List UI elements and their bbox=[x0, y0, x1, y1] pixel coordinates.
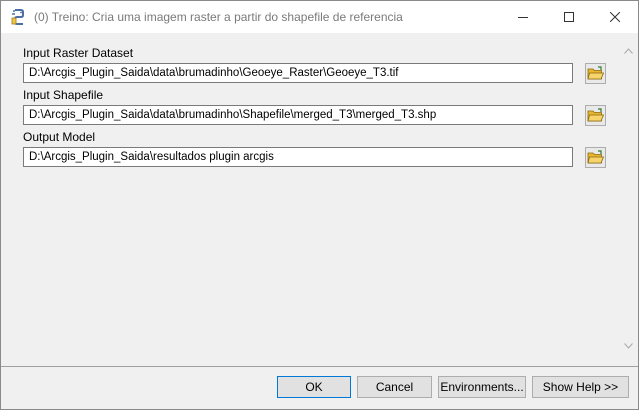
python-script-icon bbox=[9, 8, 27, 26]
maximize-icon bbox=[564, 12, 574, 22]
minimize-icon bbox=[518, 17, 528, 18]
environments-button[interactable]: Environments... bbox=[438, 376, 526, 398]
output-model-label: Output Model bbox=[23, 130, 96, 144]
chevron-up-icon bbox=[624, 47, 633, 54]
minimize-button[interactable] bbox=[500, 1, 546, 33]
scroll-down-button[interactable] bbox=[620, 337, 637, 354]
vertical-scrollbar[interactable] bbox=[620, 34, 637, 366]
parameters-panel: Input Raster Dataset D:\Arcgis_Plugin_Sa… bbox=[9, 34, 637, 366]
title-bar[interactable]: (0) Treino: Cria uma imagem raster a par… bbox=[1, 1, 638, 33]
open-folder-icon bbox=[587, 108, 604, 122]
cancel-button[interactable]: Cancel bbox=[357, 376, 432, 398]
tool-dialog-window: (0) Treino: Cria uma imagem raster a par… bbox=[0, 0, 639, 410]
output-model-field[interactable]: D:\Arcgis_Plugin_Saida\resultados plugin… bbox=[23, 147, 573, 167]
input-raster-field[interactable]: D:\Arcgis_Plugin_Saida\data\brumadinho\G… bbox=[23, 63, 573, 83]
input-shapefile-field[interactable]: D:\Arcgis_Plugin_Saida\data\brumadinho\S… bbox=[23, 105, 573, 125]
browse-output-button[interactable] bbox=[585, 147, 606, 168]
close-icon bbox=[610, 12, 620, 22]
chevron-down-icon bbox=[624, 342, 633, 349]
browse-shapefile-button[interactable] bbox=[585, 105, 606, 126]
open-folder-icon bbox=[587, 66, 604, 80]
open-folder-icon bbox=[587, 150, 604, 164]
scroll-up-button[interactable] bbox=[620, 42, 637, 59]
ok-button[interactable]: OK bbox=[277, 376, 351, 398]
close-button[interactable] bbox=[592, 1, 638, 33]
browse-raster-button[interactable] bbox=[585, 63, 606, 84]
input-raster-label: Input Raster Dataset bbox=[23, 46, 134, 60]
input-shapefile-label: Input Shapefile bbox=[23, 88, 104, 102]
window-title: (0) Treino: Cria uma imagem raster a par… bbox=[34, 10, 403, 24]
show-help-button[interactable]: Show Help >> bbox=[532, 376, 629, 398]
footer-separator bbox=[1, 366, 638, 367]
maximize-button[interactable] bbox=[546, 1, 592, 33]
